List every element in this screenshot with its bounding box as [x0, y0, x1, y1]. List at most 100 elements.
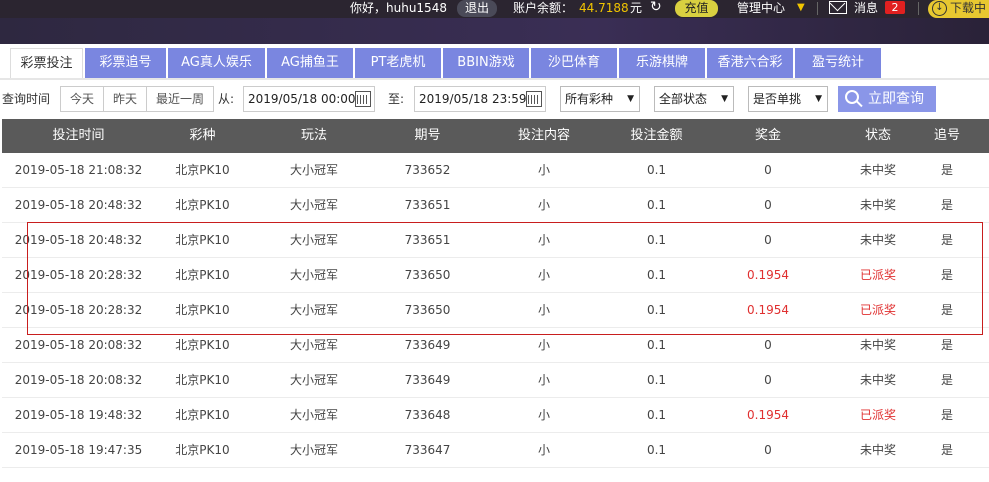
- cell-bet-time: 2019-05-18 19:48:32: [14, 408, 143, 422]
- cell-prize: 0: [764, 233, 772, 247]
- cell-bet-content: 小: [537, 163, 550, 177]
- cell-status: 未中奖: [859, 233, 896, 247]
- cell-bet-amount: 0.1: [646, 233, 667, 247]
- cell-bet-amount: 0.1: [646, 303, 667, 317]
- cell-issue-no: 733649: [404, 338, 451, 352]
- chevron-down-icon[interactable]: ▼: [797, 0, 805, 18]
- cell-bet-amount: 0.1: [646, 373, 667, 387]
- chevron-down-icon: ▼: [815, 94, 822, 104]
- range-yesterday-button[interactable]: 昨天: [104, 87, 148, 111]
- tab-ag-live[interactable]: AG真人娱乐: [168, 48, 265, 78]
- cell-play-type: 大小冠军: [289, 268, 338, 282]
- from-date-field[interactable]: 2019/05/18 00:00: [243, 86, 375, 112]
- cell-chase: 是: [940, 163, 953, 177]
- cell-chase: 是: [940, 268, 953, 282]
- column-header-issue-no: 期号: [414, 128, 441, 143]
- cell-status: 已派奖: [859, 268, 896, 282]
- refresh-icon[interactable]: ↻: [650, 0, 662, 17]
- column-header-action: 操作: [972, 119, 989, 153]
- greeting-text: 你好，huhu1548: [350, 1, 447, 15]
- cell-issue-no: 733649: [404, 373, 451, 387]
- download-label: 下载中: [950, 1, 987, 15]
- cell-prize: 0.1954: [747, 408, 789, 422]
- cell-play-type: 大小冠军: [289, 163, 338, 177]
- cell-status: 已派奖: [859, 408, 896, 422]
- calendar-icon[interactable]: [526, 91, 542, 107]
- query-time-label: 查询时间: [2, 92, 51, 106]
- calendar-icon[interactable]: [355, 91, 371, 107]
- cell-bet-content: 小: [537, 303, 550, 317]
- range-today-button[interactable]: 今天: [61, 87, 105, 111]
- lottery-type-select[interactable]: 所有彩种 ▼: [560, 86, 640, 112]
- cell-lottery: 北京PK10: [175, 443, 230, 457]
- mail-icon[interactable]: [829, 1, 847, 14]
- column-header-chase: 追号: [933, 128, 960, 143]
- print-button[interactable]: 打印: [972, 258, 989, 293]
- message-count-badge: 2: [885, 1, 905, 14]
- print-button[interactable]: 打印: [972, 363, 989, 398]
- cell-play-type: 大小冠军: [289, 373, 338, 387]
- cell-prize: 0: [764, 338, 772, 352]
- to-label: 至:: [388, 92, 405, 106]
- table-row: 2019-05-18 21:08:32 北京PK10 大小冠军 733652 小 0.1 0…: [2, 153, 989, 188]
- print-button[interactable]: 打印: [972, 153, 989, 188]
- recharge-button[interactable]: 充值: [675, 0, 718, 17]
- tab-bbin-games[interactable]: BBIN游戏: [443, 48, 529, 78]
- print-button[interactable]: 打印: [972, 188, 989, 223]
- status-select[interactable]: 全部状态 ▼: [654, 86, 734, 112]
- cell-bet-content: 小: [537, 338, 550, 352]
- table-row: 2019-05-18 19:47:35 北京PK10 大小冠军 733647 小 0.1 0…: [2, 433, 989, 468]
- table-row: 2019-05-18 20:08:32 北京PK10 大小冠军 733649 小 0.1 0…: [2, 363, 989, 398]
- cell-bet-time: 2019-05-18 20:08:32: [14, 338, 143, 352]
- tab-saba-sports[interactable]: 沙巴体育: [531, 48, 617, 78]
- query-button-label: 立即查询: [868, 91, 924, 107]
- filter-bar: 查询时间 今天 昨天 最近一周 从: 2019/05/18 00:00 至: 2…: [0, 86, 989, 112]
- cell-lottery: 北京PK10: [175, 268, 230, 282]
- divider: [918, 2, 919, 15]
- table-row: 2019-05-18 20:28:32 北京PK10 大小冠军 733650 小 0.1 0…: [2, 293, 989, 328]
- lottery-type-value: 所有彩种: [565, 92, 614, 106]
- cell-issue-no: 733650: [404, 268, 451, 282]
- cell-prize: 0: [764, 373, 772, 387]
- search-icon: [845, 90, 859, 104]
- print-button[interactable]: 打印: [972, 223, 989, 258]
- query-button[interactable]: 立即查询: [838, 86, 936, 112]
- print-button[interactable]: 打印: [972, 328, 989, 363]
- tab-lottery-chase[interactable]: 彩票追号: [85, 48, 166, 78]
- print-button[interactable]: 打印: [972, 398, 989, 433]
- cell-lottery: 北京PK10: [175, 338, 230, 352]
- cell-play-type: 大小冠军: [289, 338, 338, 352]
- range-last-week-button[interactable]: 最近一周: [147, 87, 214, 111]
- cell-bet-amount: 0.1: [646, 338, 667, 352]
- cell-status: 未中奖: [859, 163, 896, 177]
- download-button[interactable]: ↓ 下载中: [928, 0, 989, 18]
- from-date-value: 2019/05/18 00:00: [248, 92, 356, 106]
- tab-pt-slots[interactable]: PT老虎机: [355, 48, 441, 78]
- print-button[interactable]: 打印: [972, 433, 989, 468]
- cell-bet-amount: 0.1: [646, 198, 667, 212]
- single-bet-select[interactable]: 是否单挑 ▼: [748, 86, 828, 112]
- balance-label: 账户余额：: [513, 1, 574, 15]
- cell-chase: 是: [940, 408, 953, 422]
- tab-lottery-bet[interactable]: 彩票投注: [10, 48, 83, 78]
- cell-bet-content: 小: [537, 198, 550, 212]
- table-row: 2019-05-18 20:08:32 北京PK10 大小冠军 733649 小 0.1 0…: [2, 328, 989, 363]
- print-button[interactable]: 打印: [972, 293, 989, 328]
- cell-bet-content: 小: [537, 233, 550, 247]
- tab-hk-mark-six[interactable]: 香港六合彩: [707, 48, 793, 78]
- cell-issue-no: 733650: [404, 303, 451, 317]
- tab-leyou-chess[interactable]: 乐游棋牌: [619, 48, 705, 78]
- cell-play-type: 大小冠军: [289, 233, 338, 247]
- cell-bet-content: 小: [537, 373, 550, 387]
- cell-chase: 是: [940, 303, 953, 317]
- tab-profit-stats[interactable]: 盈亏统计: [795, 48, 881, 78]
- tab-ag-fishing[interactable]: AG捕鱼王: [267, 48, 353, 78]
- messages-link[interactable]: 消息: [854, 0, 878, 18]
- cell-bet-content: 小: [537, 268, 550, 282]
- cell-status: 未中奖: [859, 443, 896, 457]
- logout-button[interactable]: 退出: [457, 0, 497, 17]
- cell-bet-time: 2019-05-18 19:47:35: [14, 443, 143, 457]
- manage-center-menu[interactable]: 管理中心: [737, 0, 785, 18]
- currency-label: 元: [630, 1, 643, 15]
- to-date-field[interactable]: 2019/05/18 23:59: [414, 86, 546, 112]
